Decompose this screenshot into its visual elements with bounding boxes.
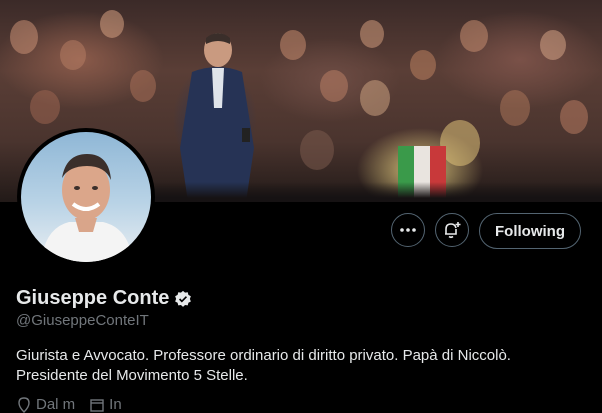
location-text: Dal m xyxy=(36,396,76,413)
speaker-figure xyxy=(180,33,254,202)
crowd-texture xyxy=(500,90,530,126)
profile-meta: Dal m In xyxy=(16,396,122,413)
location-item: Dal m xyxy=(16,396,75,413)
joined-text: In xyxy=(109,396,122,413)
crowd-texture xyxy=(10,20,38,54)
stage-edge xyxy=(150,182,602,202)
crowd-texture xyxy=(360,80,390,116)
crowd-texture xyxy=(560,100,588,134)
crowd-texture xyxy=(30,90,60,124)
profile-name-row: Giuseppe Conte xyxy=(16,287,192,310)
crowd-texture xyxy=(360,20,384,48)
more-dots-icon xyxy=(400,228,416,232)
crowd-texture xyxy=(460,20,488,52)
bio-line: Giurista e Avvocato. Professore ordinari… xyxy=(16,347,511,364)
crowd-texture xyxy=(300,130,334,170)
crowd-texture xyxy=(100,10,124,38)
crowd-texture xyxy=(410,50,436,80)
bio-line: Presidente del Movimento 5 Stelle. xyxy=(16,367,248,384)
bell-plus-icon xyxy=(445,222,461,239)
profile-name: Giuseppe Conte xyxy=(16,287,170,309)
profile-handle: @GiuseppeConteIT xyxy=(16,312,149,329)
crowd-texture xyxy=(60,40,86,70)
crowd-texture xyxy=(440,120,480,166)
joined-item: In xyxy=(89,396,122,413)
calendar-icon xyxy=(90,398,104,412)
crowd-texture xyxy=(320,70,348,102)
crowd-texture xyxy=(130,70,156,102)
avatar-portrait xyxy=(41,154,133,262)
location-icon xyxy=(18,396,30,413)
notifications-button[interactable] xyxy=(435,213,469,247)
avatar[interactable] xyxy=(21,132,151,262)
following-button[interactable]: Following xyxy=(479,213,581,249)
verified-badge-icon[interactable] xyxy=(174,290,192,308)
crowd-texture xyxy=(280,30,306,60)
crowd-texture xyxy=(540,30,566,60)
more-options-button[interactable] xyxy=(391,213,425,247)
profile-bio: Giurista e Avvocato. Professore ordinari… xyxy=(16,346,586,386)
